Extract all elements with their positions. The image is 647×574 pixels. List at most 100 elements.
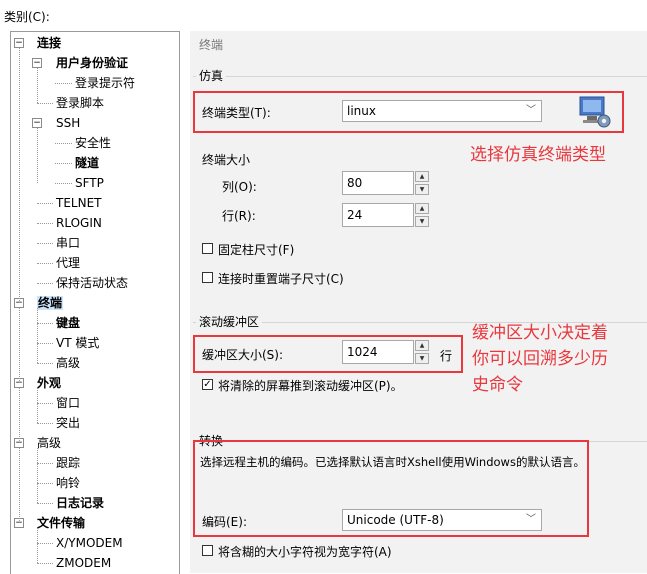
ambiguous-width-checkbox[interactable]	[202, 545, 213, 556]
tree-item[interactable]: ZMODEM	[56, 553, 111, 573]
tree-item[interactable]: 终端	[37, 293, 64, 313]
annotation-note-line: 你可以回溯多少历	[472, 349, 608, 369]
tree-item[interactable]: 响铃	[56, 473, 80, 493]
tree-connector	[37, 388, 38, 423]
rows-input[interactable]: 24	[342, 203, 414, 227]
collapse-toggle-icon[interactable]: −	[32, 118, 42, 128]
tree-item-label: TELNET	[56, 196, 102, 210]
category-label: 类别(C):	[4, 10, 50, 24]
tree-connector	[37, 243, 53, 244]
cols-input[interactable]: 80	[342, 171, 414, 195]
tree-item[interactable]: 突出	[56, 413, 80, 433]
tree-connector	[37, 483, 53, 484]
tree-item[interactable]: 窗口	[56, 393, 80, 413]
push-cleared-checkbox[interactable]: ✓	[202, 379, 213, 390]
tree-connector	[37, 563, 53, 564]
tree-item[interactable]: 文件传输	[37, 513, 85, 533]
tree-item[interactable]: 用户身份验证	[56, 53, 128, 73]
tree-item[interactable]: 登录提示符	[75, 73, 135, 93]
spin-up-icon[interactable]: ▲	[415, 203, 429, 214]
tree-item-label: 突出	[56, 416, 81, 430]
tree-item[interactable]: 安全性	[75, 133, 111, 153]
tree-item-label: 文件传输	[37, 516, 86, 530]
tree-connector	[37, 543, 53, 544]
tree-item-label: 跟踪	[56, 456, 81, 470]
spin-down-icon[interactable]: ▼	[415, 216, 429, 227]
tree-connector	[55, 143, 72, 144]
tree-item[interactable]: 隧道	[75, 153, 99, 173]
tree-item[interactable]: 代理	[56, 253, 80, 273]
tree-item[interactable]: 日志记录	[56, 493, 104, 513]
rows-spin-buttons[interactable]: ▲ ▼	[415, 203, 429, 227]
tree-item[interactable]: SFTP	[75, 173, 104, 193]
tree-connector	[37, 423, 53, 424]
tree-connector	[37, 463, 53, 464]
tree-item[interactable]: 键盘	[56, 313, 80, 333]
tree-item[interactable]: 外观	[37, 373, 61, 393]
annotation-box-buffer-size	[193, 335, 463, 373]
terminal-size-label: 终端大小	[202, 153, 251, 167]
tree-connector	[55, 83, 72, 84]
tree-item-label: 键盘	[56, 316, 81, 330]
annotation-box-terminal-type	[193, 91, 624, 133]
tree-item-label: 日志记录	[56, 496, 105, 510]
tree-item[interactable]: 串口	[56, 233, 80, 253]
annotation-note-buffer: 缓冲区大小决定着 你可以回溯多少历 史命令	[472, 320, 608, 398]
tree-item-label: 安全性	[75, 136, 112, 150]
collapse-toggle-icon[interactable]: −	[14, 38, 24, 48]
tree-item[interactable]: SSH	[56, 113, 80, 133]
tree-item-label: 高级	[37, 436, 62, 450]
cols-spin-buttons[interactable]: ▲ ▼	[415, 171, 429, 195]
annotation-box-encoding	[193, 440, 589, 537]
tree-item[interactable]: 连接	[37, 33, 61, 53]
spin-up-icon[interactable]: ▲	[415, 171, 429, 182]
emulation-group-title: 仿真	[196, 67, 227, 84]
tree-item-label: 高级	[56, 356, 81, 370]
tree-connector	[19, 308, 20, 383]
tree-item-label: X/YMODEM	[56, 536, 123, 550]
fixed-col-checkbox[interactable]	[202, 243, 213, 254]
tree-item[interactable]: 高级	[56, 353, 80, 373]
annotation-note-line: 缓冲区大小决定着	[472, 323, 608, 343]
tree-item[interactable]: 跟踪	[56, 453, 80, 473]
collapse-toggle-icon[interactable]: −	[32, 58, 42, 68]
tree-item-label: 用户身份验证	[56, 56, 129, 70]
scroll-group-title: 滚动缓冲区	[196, 313, 263, 330]
spin-down-icon[interactable]: ▼	[415, 184, 429, 195]
checkmark-icon: ✓	[203, 379, 212, 390]
tree-connector	[37, 128, 38, 183]
tree-item[interactable]: 登录脚本	[56, 93, 104, 113]
tree-connector	[19, 48, 20, 303]
emulation-group	[193, 76, 647, 77]
tree-item-label: RLOGIN	[56, 216, 102, 230]
tree-connector	[37, 203, 53, 204]
category-tree[interactable]: 连接 − 用户身份验证 − 登录提示符登录脚本 SSH − 安全性隧道 SFTP TELNET RL…	[10, 31, 180, 574]
tree-connector	[37, 283, 53, 284]
tree-item-label: 外观	[37, 376, 62, 390]
tree-connector	[37, 403, 53, 404]
tree-item[interactable]: VT 模式	[56, 333, 99, 353]
tree-item-label: SFTP	[75, 176, 104, 190]
cols-label: 列(O):	[222, 180, 257, 194]
annotation-note-line: 史命令	[472, 375, 523, 395]
tree-item-label: 代理	[56, 256, 81, 270]
reset-on-connect-label: 连接时重置端子尺寸(C)	[218, 272, 344, 286]
tree-item-label: 保持活动状态	[56, 276, 129, 290]
tree-item[interactable]: 保持活动状态	[56, 273, 128, 293]
tree-connector	[37, 263, 53, 264]
tree-item[interactable]: RLOGIN	[56, 213, 102, 233]
tree-item-label: 连接	[37, 36, 62, 50]
push-cleared-label: 将清除的屏幕推到滚动缓冲区(P)。	[218, 379, 403, 393]
tree-item-label: 窗口	[56, 396, 81, 410]
reset-on-connect-checkbox[interactable]	[202, 272, 213, 283]
tree-item[interactable]: 高级	[37, 433, 61, 453]
tree-item-label: 登录脚本	[56, 96, 105, 110]
tree-item[interactable]: X/YMODEM	[56, 533, 123, 553]
tree-connector	[37, 223, 53, 224]
tree-item-label: ZMODEM	[56, 556, 112, 570]
tree-item[interactable]: TELNET	[56, 193, 102, 213]
tree-connector	[37, 528, 38, 563]
tree-item-label: 响铃	[56, 476, 81, 490]
ambiguous-width-label: 将含糊的大小字符视为宽字符(A)	[218, 545, 392, 559]
tree-connector	[37, 68, 38, 103]
